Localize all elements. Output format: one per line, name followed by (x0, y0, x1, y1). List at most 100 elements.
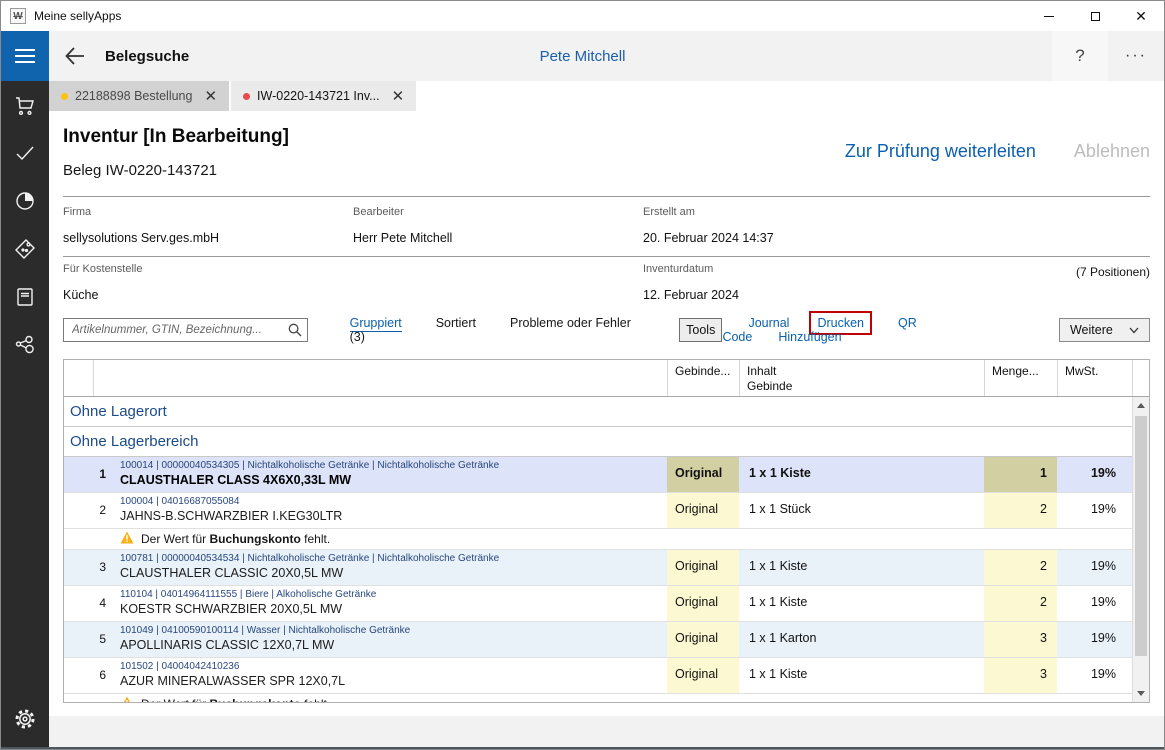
gebinde-cell: Original (667, 457, 739, 492)
scroll-up-button[interactable] (1133, 397, 1149, 414)
more-actions-dropdown[interactable]: Weitere (1059, 318, 1150, 342)
share-icon (13, 333, 37, 357)
tab-label: 22188898 Bestellung (75, 89, 192, 103)
tab-label: IW-0220-143721 Inv... (257, 89, 380, 103)
menge-cell: 2 (984, 550, 1057, 585)
window-controls: ✕ (1026, 1, 1164, 31)
gebinde-cell: Original (667, 550, 739, 585)
vertical-scrollbar[interactable] (1132, 397, 1149, 702)
sidebar-item-tasks[interactable] (1, 129, 49, 177)
divider (63, 196, 1150, 197)
sidebar-item-reports[interactable] (1, 177, 49, 225)
status-dot-icon (243, 93, 250, 100)
row-number: 6 (64, 658, 112, 693)
table-row[interactable]: 4110104 | 04014964111555 | Biere | Alkoh… (64, 586, 1132, 622)
chevron-down-icon (1129, 327, 1139, 334)
menge-cell: 2 (984, 493, 1057, 528)
row-number: 4 (64, 586, 112, 621)
inhalt-gebinde-cell: 1 x 1 Stück (739, 493, 984, 528)
scrollbar-thumb[interactable] (1135, 416, 1147, 656)
article-name: CLAUSTHALER CLASSIC 20X0,5L MW (120, 566, 667, 580)
sidebar-item-share[interactable] (1, 321, 49, 369)
close-button[interactable]: ✕ (1118, 1, 1164, 31)
row-number: 5 (64, 622, 112, 657)
warning-row: Der Wert für Buchungskonto fehlt. (64, 529, 1132, 550)
field-value: Küche (63, 288, 643, 302)
forward-for-review-button[interactable]: Zur Prüfung weiterleiten (845, 141, 1036, 162)
footer-strip (49, 716, 1164, 747)
column-header[interactable]: MwSt. (1057, 360, 1132, 396)
table-row[interactable]: 3100781 | 00000040534534 | Nichtalkoholi… (64, 550, 1132, 586)
group-header-row[interactable]: Ohne Lagerbereich (64, 427, 1132, 457)
article-name: AZUR MINERALWASSER SPR 12X0,7L (120, 674, 667, 688)
field-label: Erstellt am (643, 206, 1150, 218)
document-number: Beleg IW-0220-143721 (63, 162, 217, 179)
field-value: Herr Pete Mitchell (353, 231, 643, 245)
document-tab[interactable]: 22188898 Bestellung ✕ (49, 81, 229, 111)
group-header-row[interactable]: Ohne Lagerort (64, 397, 1132, 427)
help-icon: ? (1075, 46, 1084, 66)
tab-close-icon[interactable]: ✕ (204, 89, 217, 104)
gebinde-cell: Original (667, 586, 739, 621)
divider (63, 256, 1150, 257)
filter-link[interactable]: Sortiert (436, 316, 476, 330)
breadcrumb: Belegsuche (105, 48, 189, 65)
scroll-down-button[interactable] (1133, 685, 1149, 702)
menge-cell: 3 (984, 658, 1057, 693)
tools-button[interactable]: Tools (679, 318, 722, 342)
detail-field: Für KostenstelleKüche (63, 263, 643, 302)
app-window: W Meine sellyApps ✕ Belegsuche Pete Mitc… (0, 0, 1165, 750)
column-header[interactable]: InhaltGebinde (739, 360, 984, 396)
cart-icon (13, 93, 37, 117)
detail-row-2: Für KostenstelleKücheInventurdatum12. Fe… (63, 263, 1150, 302)
field-label: Firma (63, 206, 353, 218)
maximize-button[interactable] (1072, 1, 1118, 31)
positions-table: Gebinde...InhaltGebindeMenge...MwSt. Ohn… (63, 359, 1150, 703)
hamburger-menu-button[interactable] (1, 31, 49, 81)
more-options-button[interactable]: ··· (1108, 31, 1164, 81)
sidebar-item-orders[interactable] (1, 81, 49, 129)
mwst-cell: 19% (1057, 622, 1132, 657)
document-tab[interactable]: IW-0220-143721 Inv... ✕ (231, 81, 416, 111)
column-header (93, 360, 667, 396)
reject-button[interactable]: Ablehnen (1074, 141, 1150, 162)
close-icon: ✕ (1135, 9, 1147, 23)
warning-row: Der Wert für Buchungskonto fehlt. (64, 694, 1132, 702)
gebinde-cell: Original (667, 622, 739, 657)
column-header[interactable]: Gebinde... (667, 360, 739, 396)
check-icon (13, 141, 37, 165)
warning-text: Der Wert für Buchungskonto fehlt. (141, 532, 330, 546)
table-body: Ohne LagerortOhne Lagerbereich1100014 | … (64, 397, 1132, 702)
inhalt-gebinde-cell: 1 x 1 Kiste (739, 550, 984, 585)
search-input[interactable] (64, 324, 283, 336)
column-header[interactable]: Menge... (984, 360, 1057, 396)
detail-field: Firmasellysolutions Serv.ges.mbH (63, 206, 353, 245)
menge-cell: 1 (984, 457, 1057, 492)
list-toolbar: GruppiertSortiertProbleme oder Fehler (3… (63, 317, 1150, 343)
table-row[interactable]: 5101049 | 04100590100114 | Wasser | Nich… (64, 622, 1132, 658)
table-row[interactable]: 1100014 | 00000040534305 | Nichtalkoholi… (64, 457, 1132, 493)
help-button[interactable]: ? (1052, 31, 1108, 81)
field-label: Bearbeiter (353, 206, 643, 218)
minimize-button[interactable] (1026, 1, 1072, 31)
scrollbar-track[interactable] (1133, 414, 1149, 685)
article-cell: 100781 | 00000040534534 | Nichtalkoholis… (112, 550, 667, 585)
article-name: KOESTR SCHWARZBIER 20X0,5L MW (120, 602, 667, 616)
sidebar-item-settings[interactable] (1, 695, 49, 743)
table-header: Gebinde...InhaltGebindeMenge...MwSt. (64, 360, 1149, 397)
toolbar-link-hinzufügen[interactable]: Hinzufügen (778, 330, 841, 344)
field-label: Inventurdatum (643, 263, 1076, 275)
table-row[interactable]: 6101502 | 04004042410236AZUR MINERALWASS… (64, 658, 1132, 694)
toolbar-link-journal[interactable]: Journal (748, 316, 789, 330)
warning-text: Der Wert für Buchungskonto fehlt. (141, 697, 330, 702)
row-number: 2 (64, 493, 112, 528)
tab-close-icon[interactable]: ✕ (392, 89, 405, 104)
sidebar-item-offers[interactable] (1, 225, 49, 273)
window-title: Meine sellyApps (34, 9, 121, 23)
pie-chart-icon (13, 189, 37, 213)
main-area: 22188898 Bestellung✕IW-0220-143721 Inv..… (49, 81, 1164, 747)
table-row[interactable]: 2100004 | 04016687055084JAHNS-B.SCHWARZB… (64, 493, 1132, 529)
back-button[interactable] (63, 44, 93, 68)
search-icon[interactable] (283, 322, 307, 338)
sidebar-item-journal[interactable] (1, 273, 49, 321)
